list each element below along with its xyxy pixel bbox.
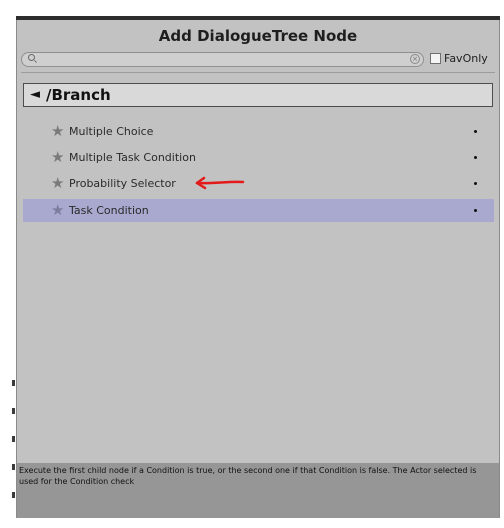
node-item-label: Task Condition <box>69 204 149 217</box>
annotation-arrow-icon <box>195 176 245 190</box>
description-panel: Execute the first child node if a Condit… <box>17 463 499 520</box>
window-top-edge <box>16 16 500 20</box>
star-icon[interactable]: ★ <box>51 201 64 219</box>
node-item-probability-selector[interactable]: ★ Probability Selector <box>23 172 494 195</box>
star-icon[interactable]: ★ <box>51 122 64 140</box>
node-item-task-condition[interactable]: ★ Task Condition <box>23 199 494 222</box>
dot-icon <box>474 130 477 133</box>
node-description: Execute the first child node if a Condit… <box>19 466 477 486</box>
background-mark <box>12 380 15 386</box>
background-mark <box>12 492 15 498</box>
dot-icon <box>474 209 477 212</box>
fav-only-checkbox[interactable] <box>430 53 441 64</box>
divider <box>21 72 495 73</box>
window-title: Add DialogueTree Node <box>158 27 358 45</box>
background-mark <box>12 436 15 442</box>
search-row: × FavOnly <box>21 50 495 70</box>
background-strip-bottom <box>0 518 504 528</box>
node-item-label: Multiple Choice <box>69 125 154 138</box>
dot-icon <box>474 156 477 159</box>
background-mark <box>12 464 15 470</box>
add-node-window: Add DialogueTree Node × FavOnly ◄ /Branc… <box>16 16 500 521</box>
background-strip <box>0 0 16 528</box>
back-arrow-icon[interactable]: ◄ <box>30 87 40 102</box>
node-item-multiple-task-condition[interactable]: ★ Multiple Task Condition <box>23 146 494 169</box>
star-icon[interactable]: ★ <box>51 148 64 166</box>
background-mark <box>12 408 15 414</box>
dot-icon <box>474 182 477 185</box>
node-item-label: Multiple Task Condition <box>69 151 196 164</box>
clear-search-icon[interactable]: × <box>410 54 420 64</box>
node-item-label: Probability Selector <box>69 177 176 190</box>
node-item-multiple-choice[interactable]: ★ Multiple Choice <box>23 120 494 143</box>
search-icon <box>28 54 35 61</box>
category-header[interactable]: ◄ /Branch <box>23 83 493 107</box>
search-input[interactable]: × <box>21 52 424 67</box>
star-icon[interactable]: ★ <box>51 174 64 192</box>
category-label: /Branch <box>46 86 111 104</box>
fav-only-label: FavOnly <box>444 52 488 65</box>
